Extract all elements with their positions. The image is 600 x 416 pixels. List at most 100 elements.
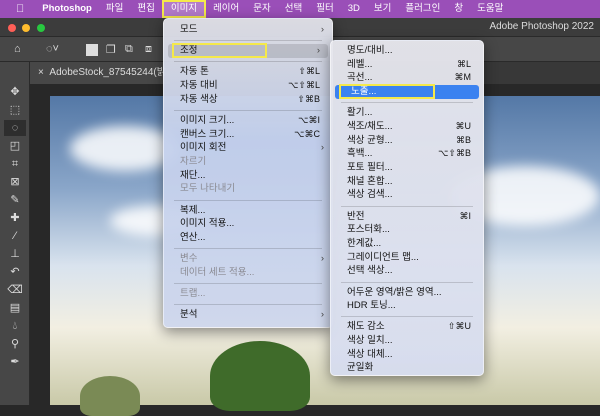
adjust-item[interactable]: 어두운 영역/밝은 영역... [331,286,483,300]
object-select-tool-icon[interactable]: ◰ [4,138,26,154]
adjust-item[interactable]: 곡선... ⌘M [331,71,483,85]
close-tab-icon[interactable]: × [38,67,44,78]
lasso-tool-icon[interactable]: ◌˅ [46,43,59,55]
menu-item-trim[interactable]: 재단... [164,169,332,183]
adjust-item[interactable]: 그레이디언트 맵... [331,251,483,265]
menu-item-apply-image[interactable]: 이미지 적용... [164,217,332,231]
adjust-item[interactable]: 채널 혼합... [331,175,483,189]
adjust-item[interactable]: 색조/채도... ⌘U [331,120,483,134]
label: 이미지 적용... [180,218,235,230]
shortcut: ⌥⌘C [294,128,320,139]
menu-item-variables: 변수 › [164,252,332,266]
healing-brush-tool-icon[interactable]: ✚ [4,210,26,226]
move-tool-icon[interactable]: ✥ [4,84,26,100]
menu-item-mode[interactable]: 모드 › [164,23,332,37]
frame-tool-icon[interactable]: ⊠ [4,174,26,190]
adjust-item[interactable]: HDR 토닝... [331,299,483,313]
adjust-item[interactable]: 활기... [331,106,483,120]
menu-view[interactable]: 보기 [367,0,398,18]
menu-edit[interactable]: 편집 [130,0,161,18]
menu-item-image-rotation[interactable]: 이미지 회전 › [164,141,332,155]
gradient-tool-icon[interactable]: ▤ [4,300,26,316]
menu-item-image-size[interactable]: 이미지 크기... ⌥⌘I [164,114,332,128]
adjust-item[interactable]: 명도/대비... [331,44,483,58]
label: 채도 감소 [347,321,385,333]
highlight-outline [339,84,435,100]
label: 이미지 크기... [180,114,235,126]
add-selection-icon[interactable]: ❐ [106,43,116,56]
blur-tool-icon[interactable]: 💧︎ [4,318,26,334]
adjust-item[interactable]: 한계값... [331,237,483,251]
label: 복제... [180,204,206,216]
label: 흑백... [347,148,373,160]
menu-item-auto-color[interactable]: 자동 색상 ⇧⌘B [164,93,332,107]
document-tab[interactable]: × AdobeStock_87545244(밝 [30,62,170,84]
home-icon[interactable]: ⌂ [14,43,21,55]
menu-help[interactable]: 도움말 [470,0,510,18]
label: 포스터화... [347,224,390,236]
adjust-item[interactable]: 색상 대체... [331,348,483,362]
zoom-window-button[interactable] [37,24,45,32]
label: 색상 균형... [347,134,393,146]
menu-3d[interactable]: 3D [341,0,367,18]
menu-item-calculations[interactable]: 연산... [164,231,332,245]
pen-tool-icon[interactable]: ✒ [4,354,26,370]
eraser-tool-icon[interactable]: ⌫ [4,282,26,298]
menu-select[interactable]: 선택 [278,0,309,18]
menu-image[interactable]: 이미지 [161,0,207,18]
label: 레벨... [347,58,373,70]
adjust-item[interactable]: 색상 일치... [331,334,483,348]
adjust-item[interactable]: 색상 균형... ⌘B [331,134,483,148]
menu-bar:  Photoshop 파일 편집 이미지 레이어 문자 선택 필터 3D 보기… [0,0,600,18]
minimize-window-button[interactable] [22,24,30,32]
adjust-item[interactable]: 포토 필터... [331,161,483,175]
tools-panel: ✥ ⬚ ◌ ◰ ⌗ ⊠ ✎ ✚ ⁄ ⊥ ↶ ⌫ ▤ 💧︎ ⚲ ✒ [0,62,30,405]
marquee-tool-icon[interactable]: ⬚ [4,102,26,118]
adjust-item[interactable]: 반전 ⌘I [331,210,483,224]
shortcut: ⌥⇧⌘B [438,148,471,159]
crop-tool-icon[interactable]: ⌗ [4,156,26,172]
adjustments-submenu: 명도/대비... 레벨... ⌘L 곡선... ⌘M 노출... 활기... 색조/채도...… [330,40,484,376]
adjust-item[interactable]: 레벨... ⌘L [331,58,483,72]
apple-icon[interactable]:  [0,0,30,18]
history-brush-tool-icon[interactable]: ↶ [4,264,26,280]
stamp-tool-icon[interactable]: ⊥ [4,246,26,262]
menu-item-auto-tone[interactable]: 자동 톤 ⇧⌘L [164,65,332,79]
adjust-item[interactable]: 포스터화... [331,223,483,237]
menu-item-auto-contrast[interactable]: 자동 대비 ⌥⇧⌘L [164,79,332,93]
document-name: AdobeStock_87545244(밝 [49,67,166,78]
separator [331,202,483,210]
menu-filter[interactable]: 필터 [309,0,340,18]
eyedropper-tool-icon[interactable]: ✎ [4,192,26,208]
menu-item-canvas-size[interactable]: 캔버스 크기... ⌥⌘C [164,128,332,142]
separator [164,196,332,204]
menu-layer[interactable]: 레이어 [206,0,246,18]
subtract-selection-icon[interactable]: ⧉ [125,43,133,56]
menu-type[interactable]: 문자 [246,0,277,18]
adjust-item[interactable]: 흑백... ⌥⇧⌘B [331,147,483,161]
window-title: Adobe Photoshop 2022 [489,21,594,32]
menu-app-photoshop[interactable]: Photoshop [30,0,99,18]
adjust-item[interactable]: 균일화 [331,361,483,375]
menu-item-duplicate[interactable]: 복제... [164,204,332,218]
dodge-tool-icon[interactable]: ⚲ [4,336,26,352]
new-selection-icon[interactable] [86,44,98,56]
adjust-item[interactable]: 채도 감소 ⇧⌘U [331,320,483,334]
shortcut: ⌘B [455,134,471,145]
adjust-item[interactable]: 선택 색상... [331,264,483,278]
menu-item-adjustments[interactable]: 조정 › [168,43,328,59]
lasso-tool-icon[interactable]: ◌ [4,120,26,136]
menu-window[interactable]: 창 [447,0,470,18]
label: 활기... [347,107,373,119]
menu-item-analysis[interactable]: 분석 › [164,308,332,322]
menu-plugins[interactable]: 플러그인 [398,0,447,18]
chevron-right-icon: › [320,253,324,265]
brush-tool-icon[interactable]: ⁄ [4,228,26,244]
menu-item-reveal-all: 모두 나타내기 [164,182,332,196]
label: 색조/채도... [347,120,393,132]
adjust-item[interactable]: 색상 검색... [331,188,483,202]
intersect-selection-icon[interactable]: ⧈ [145,43,152,56]
menu-file[interactable]: 파일 [99,0,130,18]
close-window-button[interactable] [8,24,16,32]
adjust-item[interactable]: 노출... [335,84,479,100]
